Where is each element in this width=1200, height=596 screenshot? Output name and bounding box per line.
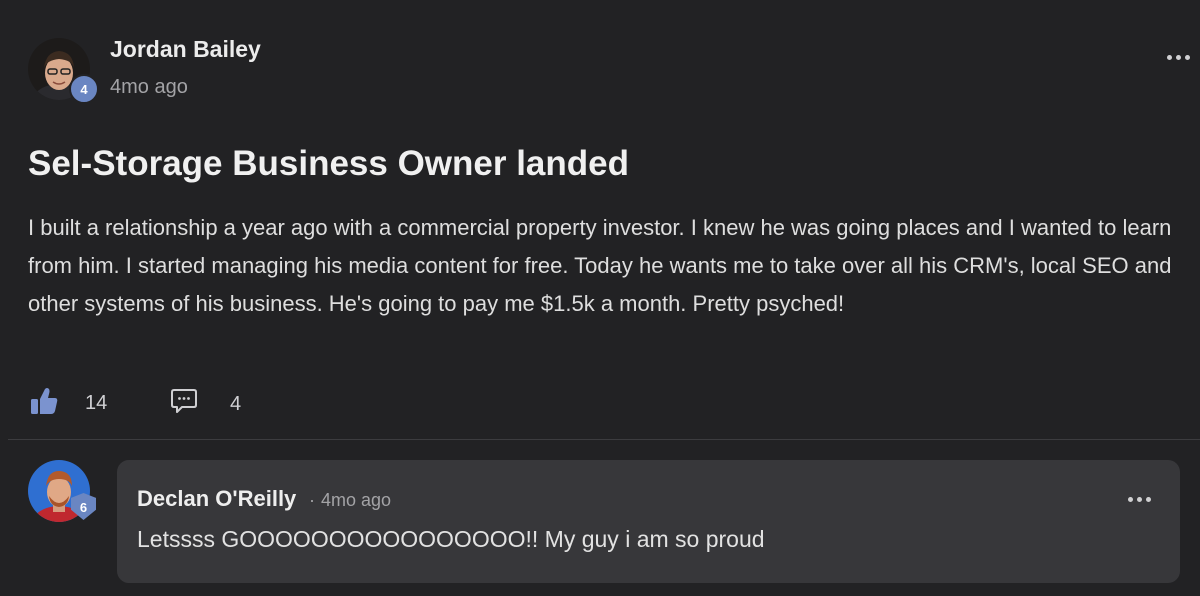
author-level-badge: 4 xyxy=(69,74,99,104)
comment-timestamp: 4mo ago xyxy=(321,490,392,510)
author-level-value: 4 xyxy=(80,81,88,97)
like-button[interactable]: 14 xyxy=(30,386,107,421)
post-more-options-icon[interactable] xyxy=(1167,55,1190,60)
comment-author-name[interactable]: Declan O'Reilly xyxy=(137,486,296,512)
post-author-name[interactable]: Jordan Bailey xyxy=(110,36,261,63)
section-divider xyxy=(8,439,1200,440)
comment-separator: · xyxy=(309,490,315,510)
comment-count: 4 xyxy=(230,392,242,415)
post-timestamp: 4mo ago xyxy=(110,76,188,98)
thumbs-up-icon xyxy=(30,386,58,421)
commenter-level-value: 6 xyxy=(79,500,88,515)
post-card: 4 Jordan Bailey 4mo ago Sel-Storage Busi… xyxy=(0,0,1200,440)
comment-bubble: Declan O'Reilly · 4mo ago Letssss GOOOOO… xyxy=(117,460,1180,583)
comment-text: Letssss GOOOOOOOOOOOOOOOO!! My guy i am … xyxy=(137,526,765,552)
comment-button[interactable]: 4 xyxy=(171,388,241,420)
comment-more-options-icon[interactable] xyxy=(1128,497,1151,502)
post-body: I built a relationship a year ago with a… xyxy=(28,215,1172,316)
comment-icon xyxy=(171,388,197,420)
like-count: 14 xyxy=(85,392,108,414)
post-title: Sel-Storage Business Owner landed xyxy=(28,144,629,183)
